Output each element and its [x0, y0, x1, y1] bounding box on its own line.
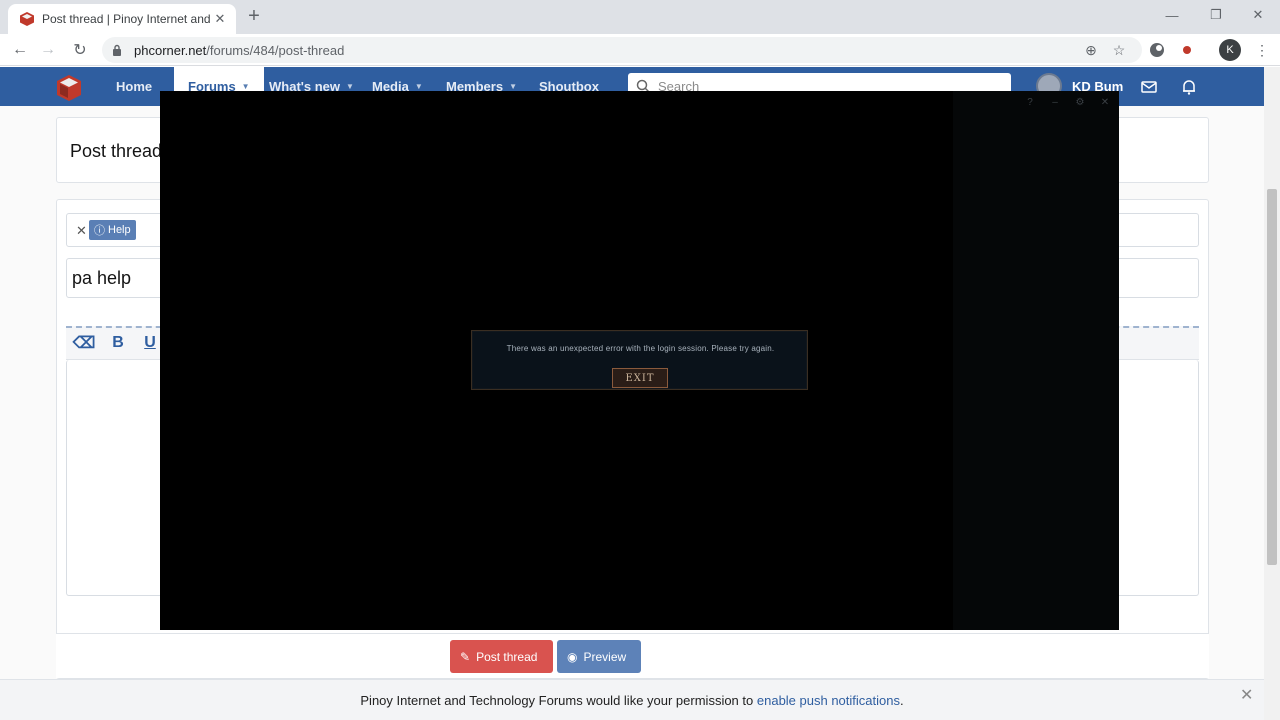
site-logo-icon[interactable]: [54, 73, 84, 103]
browser-tab[interactable]: Post thread | Pinoy Internet and T ✕: [8, 4, 236, 34]
chevron-down-icon: ▼: [509, 82, 517, 91]
overlay-close-icon[interactable]: ✕: [1098, 95, 1112, 109]
bookmark-star-icon[interactable]: ☆: [1109, 40, 1129, 60]
extension-icon[interactable]: [1147, 40, 1167, 60]
page-scrollbar[interactable]: [1264, 67, 1280, 720]
restore-window-icon[interactable]: ❐: [1193, 0, 1239, 30]
enable-push-link[interactable]: enable push notifications: [757, 693, 900, 708]
mail-icon[interactable]: [1140, 78, 1158, 96]
exit-button[interactable]: EXIT: [612, 368, 668, 388]
thread-title-value: pa help: [72, 268, 132, 288]
nav-home[interactable]: Home: [116, 67, 152, 106]
push-notification-bar: Pinoy Internet and Technology Forums wou…: [0, 679, 1264, 720]
tab-close-icon[interactable]: ✕: [212, 11, 228, 27]
browser-menu-icon[interactable]: ⋮: [1252, 40, 1272, 60]
post-thread-button[interactable]: ✎ Post thread: [450, 640, 553, 673]
nav-home-label: Home: [116, 79, 153, 94]
reload-icon[interactable]: ↻: [68, 38, 92, 62]
overlay-minimize-icon[interactable]: –: [1048, 95, 1062, 109]
preview-label: Preview: [583, 649, 627, 664]
eye-icon: ◉: [567, 649, 578, 664]
overlay-settings-icon[interactable]: ⚙: [1073, 95, 1087, 109]
back-arrow-icon[interactable]: ←: [8, 38, 32, 62]
push-suffix: .: [899, 692, 904, 708]
prefix-tag-label: Help: [108, 224, 131, 236]
new-tab-button[interactable]: +: [244, 6, 264, 26]
lock-icon: [113, 44, 121, 56]
url-host: phcorner.net: [134, 42, 207, 58]
address-bar[interactable]: phcorner.net/forums/484/post-thread: [102, 37, 1142, 63]
edit-icon: ✎: [460, 649, 471, 664]
eraser-icon[interactable]: ⌫: [73, 333, 96, 353]
overlay-shade: [953, 91, 1119, 630]
error-message: There was an unexpected error with the l…: [506, 344, 775, 353]
push-text: Pinoy Internet and Technology Forums wou…: [360, 692, 754, 708]
overlay-help-icon[interactable]: ?: [1023, 95, 1037, 109]
browser-tab-strip: Post thread | Pinoy Internet and T ✕ + —…: [0, 0, 1280, 34]
game-overlay-window: ? – ⚙ ✕ There was an unexpected error wi…: [160, 91, 1119, 630]
bell-icon[interactable]: [1180, 78, 1198, 96]
remove-prefix-icon[interactable]: ✕: [76, 223, 87, 239]
url-path: /forums/484/post-thread: [206, 42, 345, 58]
page-title: Post thread: [70, 141, 163, 161]
profile-avatar[interactable]: K: [1219, 39, 1241, 61]
browser-toolbar: ← → ↻ phcorner.net/forums/484/post-threa…: [0, 34, 1280, 66]
site-favicon-icon: [20, 12, 34, 26]
bold-icon[interactable]: B: [108, 333, 128, 353]
chevron-down-icon: ▼: [414, 82, 423, 91]
tab-title: Post thread | Pinoy Internet and T: [42, 12, 212, 26]
add-site-icon[interactable]: ⊕: [1081, 40, 1101, 60]
chevron-down-icon: ▼: [241, 82, 250, 91]
push-bar-close-icon[interactable]: ✕: [1240, 685, 1253, 705]
close-window-icon[interactable]: ✕: [1235, 0, 1280, 30]
chevron-down-icon: ▼: [346, 82, 354, 91]
error-dialog: There was an unexpected error with the l…: [471, 330, 808, 390]
help-circle-icon: ⓘ: [94, 225, 105, 237]
underline-icon[interactable]: U: [140, 333, 160, 353]
post-thread-label: Post thread: [476, 649, 538, 664]
extension-red-icon[interactable]: [1177, 40, 1197, 60]
prefix-tag[interactable]: ⓘ Help: [89, 220, 136, 240]
minimize-window-icon[interactable]: —: [1149, 0, 1195, 30]
forward-arrow-icon[interactable]: →: [36, 38, 60, 62]
scrollbar-thumb[interactable]: [1267, 189, 1277, 565]
preview-button[interactable]: ◉ Preview: [557, 640, 641, 673]
